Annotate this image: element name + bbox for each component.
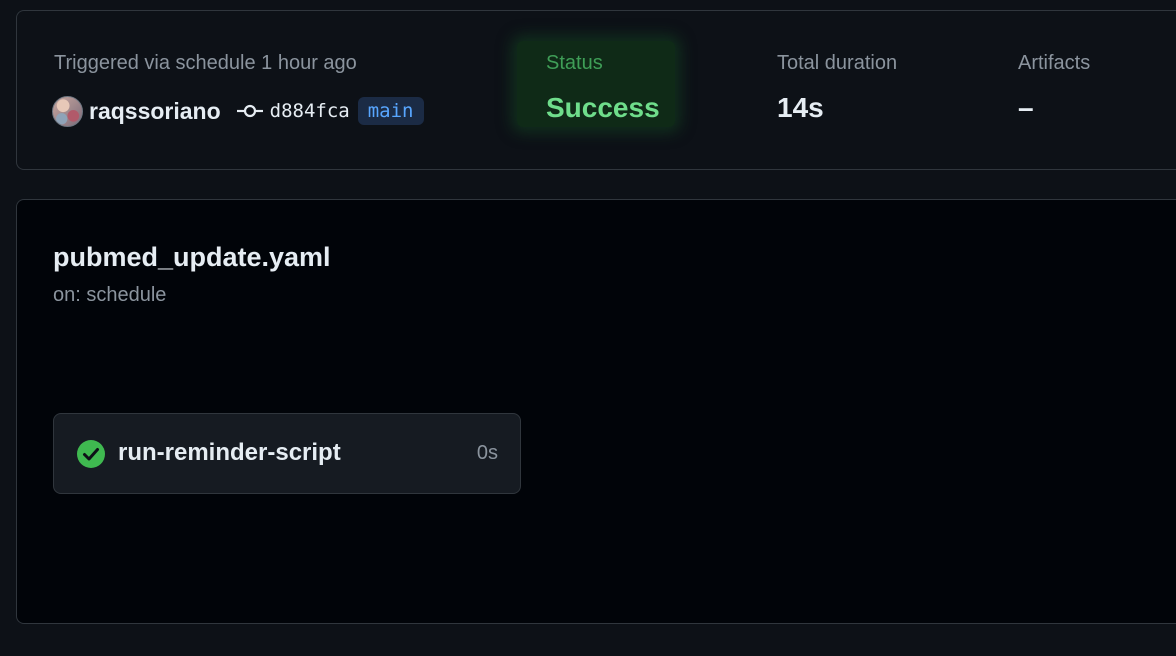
workflow-graph-card: pubmed_update.yaml on: schedule run-remi…	[16, 199, 1176, 624]
job-duration: 0s	[476, 442, 498, 464]
avatar[interactable]	[52, 95, 83, 127]
actor-name-link[interactable]: raqssoriano	[89, 98, 221, 125]
commit-sha-link[interactable]: d884fca	[270, 100, 350, 122]
job-name: run-reminder-script	[118, 439, 341, 466]
duration-label: Total duration	[777, 52, 898, 74]
artifacts-label: Artifacts	[1018, 52, 1091, 74]
duration-value: 14s	[777, 92, 824, 123]
check-circle-icon	[77, 440, 105, 468]
job-card[interactable]: run-reminder-script 0s	[53, 413, 521, 494]
workflow-file-name: pubmed_update.yaml	[53, 242, 331, 272]
artifacts-value: –	[1018, 92, 1034, 123]
branch-tag[interactable]: main	[357, 97, 424, 125]
run-summary-card: Triggered via schedule 1 hour ago raqsso…	[16, 10, 1176, 170]
git-commit-icon	[236, 104, 263, 118]
status-value: Success	[546, 92, 660, 123]
actor-row: raqssoriano d884fca main	[52, 95, 424, 127]
trigger-label: Triggered via schedule 1 hour ago	[54, 52, 357, 74]
status-label: Status	[546, 52, 603, 74]
workflow-trigger-event: on: schedule	[53, 284, 167, 306]
